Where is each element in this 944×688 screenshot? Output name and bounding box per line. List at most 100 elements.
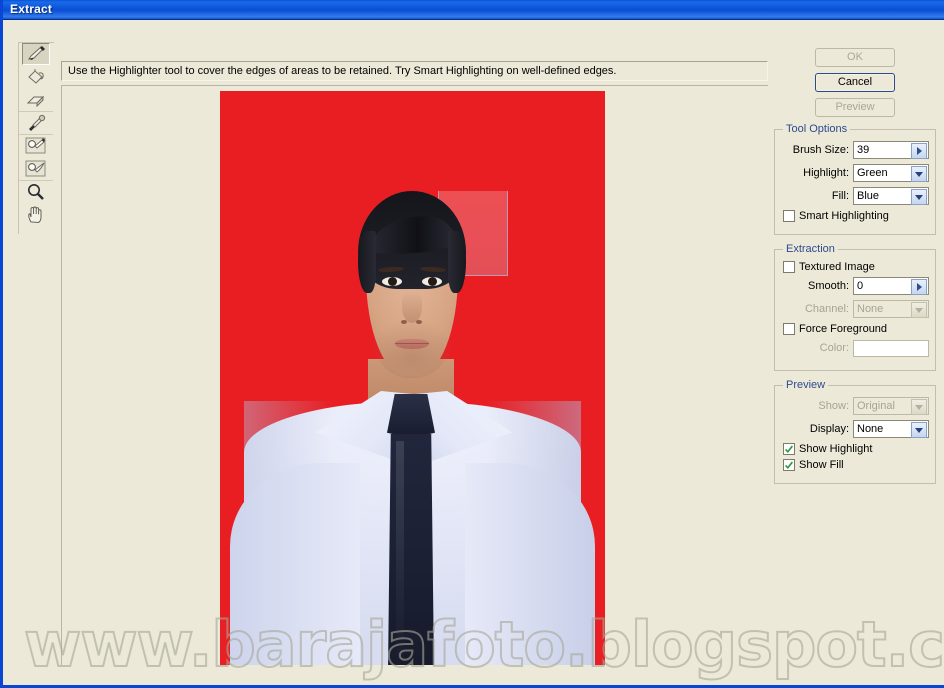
extract-dialog-window: Extract Use the Highlighter tool to cove… [0,0,944,688]
eye-right [422,277,442,286]
ok-button[interactable]: OK [815,48,895,67]
highlight-value: Green [857,167,888,179]
chevron-right-icon [916,283,922,291]
show-highlight-label: Show Highlight [799,443,873,455]
channel-row: Channel: None [783,300,929,318]
fill-select[interactable]: Blue [853,187,929,205]
highlight-select[interactable]: Green [853,164,929,182]
extraction-legend: Extraction [786,243,835,255]
tool-options-legend: Tool Options [786,123,848,135]
cleanup-brush-icon [25,137,46,154]
edge-touchup-tool[interactable] [19,157,53,180]
chevron-down-icon [915,307,923,313]
color-label: Color: [819,342,849,354]
smooth-label: Smooth: [808,280,849,292]
display-label: Display: [809,423,849,435]
channel-dropdown-button[interactable] [911,302,927,318]
edge-touchup-icon [25,160,46,176]
chevron-right-icon [916,147,922,155]
zoom-tool[interactable] [19,180,53,203]
smart-highlighting-label: Smart Highlighting [799,210,889,222]
smooth-value: 0 [857,280,864,292]
chevron-down-icon [915,404,923,410]
photo-image[interactable] [220,91,605,665]
tie-highlight [396,441,404,665]
tool-options-group: Tool Options Brush Size: 39 Highlight: G… [774,123,936,235]
hand-tool[interactable] [19,203,53,226]
show-highlight-row[interactable]: Show Highlight [783,443,929,455]
dialog-client-area: Use the Highlighter tool to cover the ed… [6,20,944,685]
extraction-group: Extraction Textured Image Smooth: 0 Chan… [774,243,936,371]
show-row: Show: Original [783,397,929,415]
show-fill-row[interactable]: Show Fill [783,459,929,471]
show-highlight-checkbox[interactable] [783,443,795,455]
brush-size-row: Brush Size: 39 [783,141,929,159]
display-select[interactable]: None [853,420,929,438]
fill-row: Fill: Blue [783,187,929,205]
preview-button[interactable]: Preview [815,98,895,117]
force-foreground-row[interactable]: Force Foreground [783,323,929,335]
chevron-down-icon [915,171,923,177]
foreground-color-swatch[interactable] [853,339,929,357]
smooth-input[interactable]: 0 [853,277,929,295]
instruction-text: Use the Highlighter tool to cover the ed… [68,65,617,77]
cleanup-tool[interactable] [19,134,53,157]
cancel-button[interactable]: Cancel [815,73,895,92]
display-value: None [857,423,884,435]
force-foreground-label: Force Foreground [799,323,888,335]
eyedropper-icon [29,114,46,131]
options-panel: OK Cancel Preview Tool Options Brush Siz… [774,48,936,538]
show-fill-checkbox[interactable] [783,459,795,471]
eye-left [382,277,402,286]
title-bar[interactable]: Extract [3,0,944,20]
fill-dropdown-button[interactable] [911,189,927,205]
brush-size-stepper[interactable] [911,143,927,159]
preview-group: Preview Show: Original Display: None Sho… [774,379,936,484]
show-value: Original [857,400,895,412]
chevron-down-icon [915,194,923,200]
hand-icon [28,206,42,223]
instruction-bar: Use the Highlighter tool to cover the ed… [61,61,768,81]
highlight-row: Highlight: Green [783,164,929,182]
tie-body [388,434,434,665]
display-dropdown-button[interactable] [911,422,927,438]
mouth-line [395,343,429,344]
smooth-row: Smooth: 0 [783,277,929,295]
show-label: Show: [818,400,849,412]
fill-tool[interactable] [19,65,53,88]
highlight-label: Highlight: [803,167,849,179]
shoulder-left [230,463,360,665]
highlighter-tool[interactable] [22,43,50,65]
textured-image-checkbox[interactable] [783,261,795,273]
nostril-right [416,320,422,324]
display-row: Display: None [783,420,929,438]
magnifier-icon [28,184,44,200]
color-row: Color: [783,339,929,357]
textured-image-row[interactable]: Textured Image [783,261,929,273]
force-foreground-checkbox[interactable] [783,323,795,335]
textured-image-label: Textured Image [799,261,875,273]
show-fill-label: Show Fill [799,459,844,471]
preview-legend: Preview [786,379,826,391]
highlight-dropdown-button[interactable] [911,166,927,182]
nose-shape [402,291,422,323]
eraser-tool[interactable] [19,88,53,111]
channel-select[interactable]: None [853,300,929,318]
hair-side-left [358,231,376,293]
hair-side-right [448,231,466,293]
nostril-left [401,320,407,324]
mouth-shape [395,339,429,349]
eyedropper-tool[interactable] [19,111,53,134]
window-title: Extract [10,2,53,16]
show-select[interactable]: Original [853,397,929,415]
smooth-stepper[interactable] [911,279,927,295]
fill-value: Blue [857,190,880,202]
brush-size-label: Brush Size: [792,144,849,156]
smart-highlighting-row[interactable]: Smart Highlighting [783,210,929,222]
show-dropdown-button[interactable] [911,399,927,415]
smart-highlighting-checkbox[interactable] [783,210,795,222]
brush-size-input[interactable]: 39 [853,141,929,159]
eraser-icon [26,95,45,107]
preview-canvas[interactable] [61,85,768,665]
tool-palette [18,42,54,234]
